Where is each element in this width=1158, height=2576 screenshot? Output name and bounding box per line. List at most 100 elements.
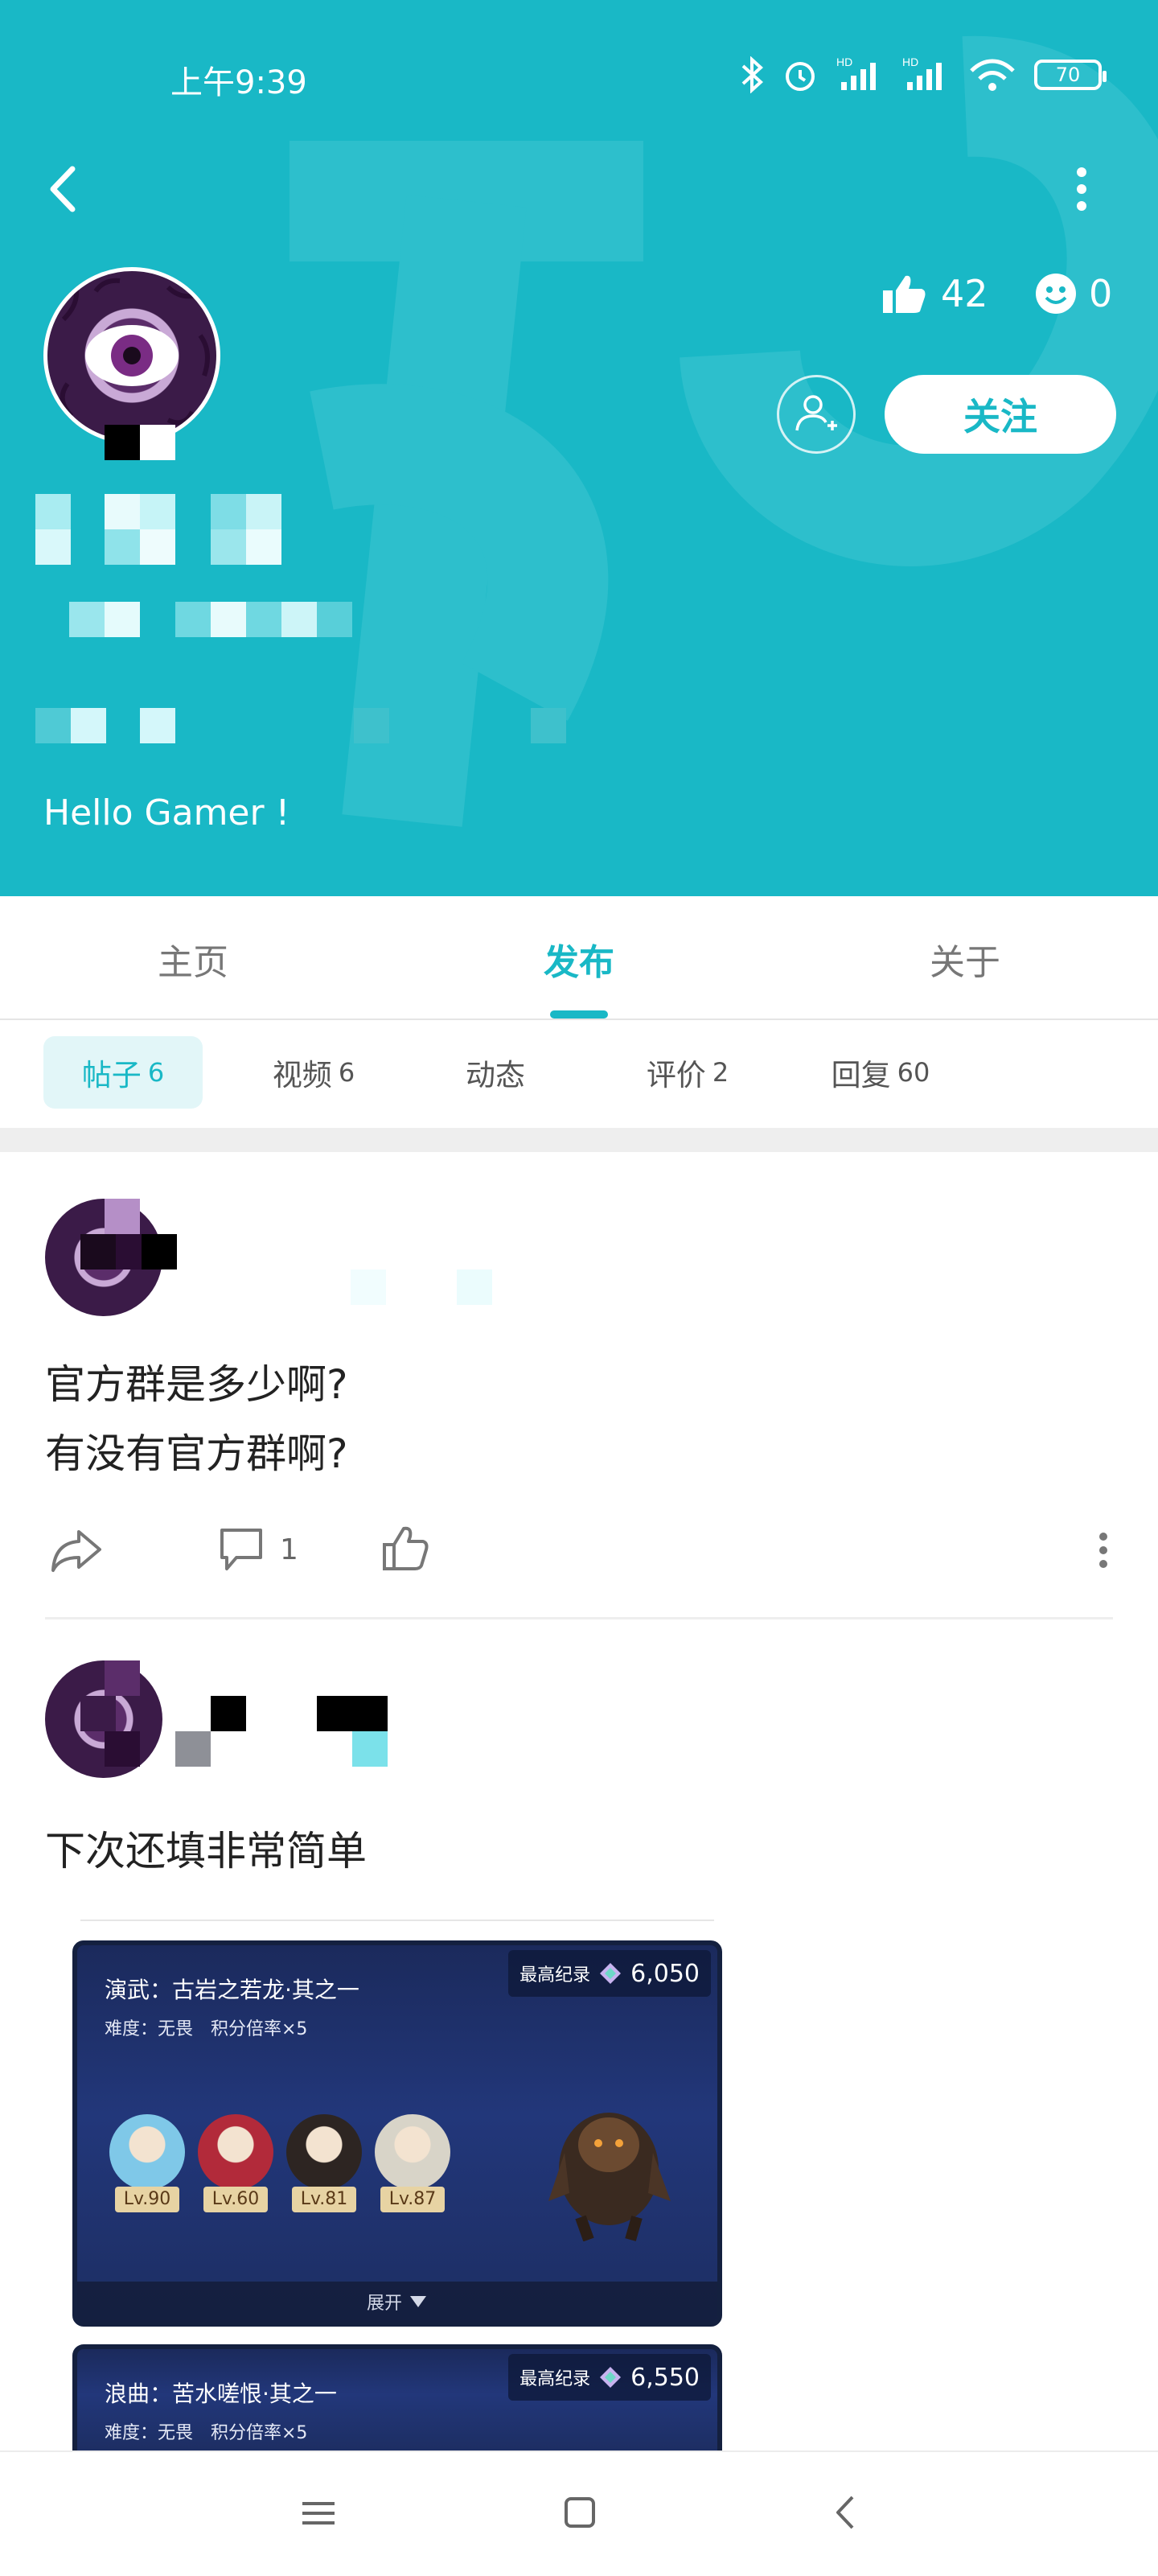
- post-text-line: 有没有官方群啊?: [45, 1430, 348, 1477]
- gem-icon: [600, 2367, 622, 2388]
- expand-label: 展开: [366, 2294, 402, 2314]
- profile-bio: Hello Gamer !: [43, 792, 290, 833]
- nav-back-icon[interactable]: [833, 2494, 857, 2531]
- record-value: 6,050: [630, 1959, 700, 1988]
- more-vertical-icon[interactable]: [1070, 161, 1094, 217]
- card-title: 演武：古岩之若龙·其之一: [105, 1977, 359, 2003]
- tab-about[interactable]: 关于: [885, 933, 1045, 985]
- section-gap: [0, 1128, 1158, 1152]
- share-button[interactable]: [48, 1524, 105, 1575]
- signal-hd-icon-2: HD: [902, 56, 942, 90]
- comment-button[interactable]: 1: [217, 1524, 298, 1575]
- signal-hd-icon-1: HD: [836, 56, 876, 90]
- comment-icon: [220, 1529, 262, 1570]
- mosaic-block: [246, 602, 281, 637]
- mosaic-block: [80, 1696, 116, 1731]
- subtab-count: 60: [897, 1057, 930, 1088]
- mosaic-block: [35, 494, 71, 529]
- tab-posts[interactable]: 发布: [499, 933, 659, 985]
- subtab-label: 回复: [831, 1058, 891, 1093]
- like-button[interactable]: [381, 1524, 429, 1575]
- mosaic-block: [246, 494, 281, 529]
- subtab-videos[interactable]: 视频 6: [241, 1036, 386, 1109]
- likes-count: 42: [941, 272, 988, 315]
- likes-stat: 42: [881, 272, 988, 315]
- chevron-down-icon: [410, 2296, 426, 2307]
- mosaic-block: [531, 708, 566, 743]
- wifi-icon: [970, 59, 1015, 91]
- home-icon[interactable]: [563, 2496, 597, 2529]
- game-record-card[interactable]: 演武：古岩之若龙·其之一 难度：无畏 积分倍率×5 最高纪录 6,050 Lv.…: [72, 1940, 722, 2327]
- mosaic-block: [140, 494, 175, 529]
- profile-header: 上午9:39 HD HD 70 Hello Gamer ! 42 0 关注: [0, 0, 1158, 896]
- svg-text:HD: HD: [836, 56, 852, 68]
- thumbs-up-icon: [883, 275, 926, 313]
- bluetooth-icon: [741, 56, 763, 93]
- add-user-icon: [795, 395, 837, 431]
- gem-icon: [600, 1963, 622, 1984]
- subtab-threads[interactable]: 帖子 6: [43, 1036, 203, 1109]
- subtab-replies[interactable]: 回复 60: [796, 1036, 965, 1109]
- character-level: Lv.90: [115, 2187, 179, 2212]
- battery-indicator: 70: [1034, 60, 1107, 90]
- post-text: 下次还填非常简单: [45, 1828, 367, 1874]
- mosaic-block: [457, 1269, 492, 1305]
- character-portrait: [286, 2114, 362, 2190]
- tab-home[interactable]: 主页: [113, 933, 273, 985]
- mosaic-block: [246, 529, 281, 565]
- mosaic-block: [175, 602, 211, 637]
- record-label: 最高纪录: [519, 1965, 591, 1985]
- card-subtitle: 难度：无畏 积分倍率×5: [105, 2423, 308, 2443]
- mosaic-block: [211, 494, 246, 529]
- card-record: 最高纪录 6,550: [508, 2354, 711, 2401]
- mosaic-block: [317, 602, 352, 637]
- subtab-count: 6: [338, 1057, 355, 1088]
- profile-avatar[interactable]: [43, 267, 220, 444]
- system-nav-bar: [0, 2450, 1158, 2576]
- mosaic-block: [105, 1731, 140, 1767]
- eye-avatar-icon: [60, 278, 210, 426]
- mosaic-block: [211, 602, 246, 637]
- character-portrait: [198, 2114, 273, 2190]
- mosaic-block: [281, 602, 317, 637]
- card-subtitle: 难度：无畏 积分倍率×5: [105, 2019, 308, 2039]
- subtab-label: 动态: [466, 1058, 525, 1093]
- boss-monster-image: [548, 2113, 671, 2241]
- mosaic-block: [71, 708, 106, 743]
- subtab-label: 评价: [646, 1058, 706, 1093]
- mosaic-block: [211, 1696, 246, 1731]
- mosaic-block: [105, 1660, 140, 1696]
- mosaic-block: [140, 708, 175, 743]
- expand-button[interactable]: 展开: [77, 2282, 717, 2322]
- subtab-moments[interactable]: 动态: [426, 1036, 571, 1109]
- mosaic-block: [105, 602, 140, 637]
- svg-text:HD: HD: [902, 56, 918, 68]
- reactions-stat: 0: [1034, 272, 1112, 315]
- alarm-icon: [786, 62, 815, 91]
- mosaic-block: [211, 529, 246, 565]
- card-title: 浪曲：苦水嗟恨·其之一: [105, 2381, 337, 2407]
- subtab-count: 6: [147, 1057, 165, 1088]
- post-more-icon[interactable]: [1094, 1530, 1113, 1570]
- mosaic-block: [35, 529, 71, 565]
- smile-icon: [1036, 274, 1076, 314]
- subtab-reviews[interactable]: 评价 2: [611, 1036, 764, 1109]
- mosaic-block: [69, 602, 105, 637]
- mosaic-block: [80, 1234, 116, 1269]
- menu-icon[interactable]: [301, 2497, 336, 2529]
- mosaic-block: [351, 1269, 386, 1305]
- card-top-rule: [80, 1920, 714, 1921]
- add-friend-button[interactable]: [777, 375, 856, 454]
- card-record: 最高纪录 6,050: [508, 1950, 711, 1997]
- comment-count: 1: [280, 1533, 298, 1566]
- back-icon[interactable]: [43, 161, 84, 217]
- thumbs-up-icon: [383, 1526, 429, 1570]
- record-label: 最高纪录: [519, 2369, 591, 2389]
- mosaic-block: [105, 494, 140, 529]
- character-portrait: [375, 2114, 450, 2190]
- character-level: Lv.81: [292, 2187, 356, 2212]
- tab-separator: [0, 1018, 1158, 1020]
- game-record-card[interactable]: 浪曲：苦水嗟恨·其之一 难度：无畏 积分倍率×5 最高纪录 6,550: [72, 2344, 722, 2450]
- follow-button[interactable]: 关注: [885, 375, 1116, 454]
- reactions-count: 0: [1089, 272, 1113, 315]
